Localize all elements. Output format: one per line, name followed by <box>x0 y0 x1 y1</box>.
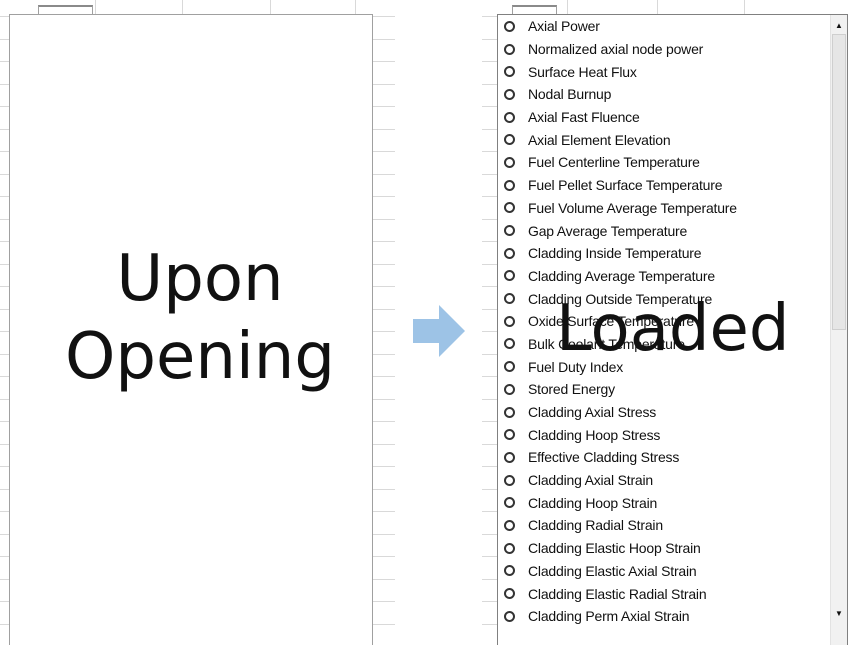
radio-button-icon[interactable] <box>504 315 515 327</box>
list-item[interactable]: Fuel Pellet Surface Temperature <box>498 174 830 197</box>
radio-button-icon[interactable] <box>504 134 515 146</box>
list-item[interactable]: Axial Fast Fluence <box>498 106 830 129</box>
radio-button-icon[interactable] <box>504 451 515 463</box>
list-item-label: Stored Energy <box>528 381 615 398</box>
list-item[interactable]: Cladding Perm Axial Strain <box>498 605 830 628</box>
loaded-caption: Loaded <box>556 292 790 366</box>
radio-button-icon[interactable] <box>504 111 515 123</box>
scroll-up-arrow-icon[interactable]: ▲ <box>831 17 847 34</box>
vertical-scrollbar[interactable]: ▲ ▼ <box>830 15 847 645</box>
right-arrow-icon <box>413 305 465 357</box>
list-item-label: Cladding Average Temperature <box>528 267 715 284</box>
list-item-label: Fuel Volume Average Temperature <box>528 199 737 216</box>
radio-button-icon[interactable] <box>504 66 515 78</box>
radio-button-icon[interactable] <box>504 179 515 191</box>
list-item-label: Cladding Perm Axial Strain <box>528 608 690 625</box>
list-item-label: Cladding Radial Strain <box>528 517 663 534</box>
radio-button-icon[interactable] <box>504 293 515 305</box>
left-panel-tab <box>38 5 93 14</box>
list-item[interactable]: Gap Average Temperature <box>498 219 830 242</box>
list-item[interactable]: Nodal Burnup <box>498 83 830 106</box>
list-item[interactable]: Cladding Axial Strain <box>498 469 830 492</box>
list-item[interactable]: Cladding Axial Stress <box>498 401 830 424</box>
list-item[interactable]: Stored Energy <box>498 378 830 401</box>
right-panel-tab <box>512 5 557 14</box>
radio-button-icon[interactable] <box>504 383 515 395</box>
list-item-label: Normalized axial node power <box>528 41 704 58</box>
list-item[interactable]: Cladding Radial Strain <box>498 514 830 537</box>
list-item-label: Fuel Centerline Temperature <box>528 154 700 171</box>
list-item-label: Nodal Burnup <box>528 86 612 103</box>
radio-button-icon[interactable] <box>504 43 515 55</box>
list-item-label: Cladding Axial Stress <box>528 404 657 421</box>
upon-opening-caption: Upon Opening <box>65 242 335 394</box>
list-item[interactable]: Effective Cladding Stress <box>498 446 830 469</box>
scroll-down-arrow-icon[interactable]: ▼ <box>831 605 847 622</box>
list-item-label: Gap Average Temperature <box>528 222 688 239</box>
radio-button-icon[interactable] <box>504 610 515 622</box>
radio-button-icon[interactable] <box>504 497 515 509</box>
list-item-label: Fuel Pellet Surface Temperature <box>528 177 723 194</box>
list-item-label: Cladding Inside Temperature <box>528 245 702 262</box>
list-item-label: Cladding Elastic Radial Strain <box>528 585 707 602</box>
radio-button-icon[interactable] <box>504 202 515 214</box>
radio-button-icon[interactable] <box>504 20 515 32</box>
list-item-label: Cladding Hoop Strain <box>528 494 658 511</box>
list-item-label: Cladding Elastic Axial Strain <box>528 562 697 579</box>
radio-button-icon[interactable] <box>504 270 515 282</box>
list-item-label: Axial Element Elevation <box>528 131 671 148</box>
list-item[interactable]: Cladding Inside Temperature <box>498 242 830 265</box>
radio-button-icon[interactable] <box>504 588 515 600</box>
list-item[interactable]: Cladding Hoop Strain <box>498 491 830 514</box>
list-item[interactable]: Fuel Volume Average Temperature <box>498 197 830 220</box>
radio-button-icon[interactable] <box>504 519 515 531</box>
list-item[interactable]: Surface Heat Flux <box>498 60 830 83</box>
list-item[interactable]: Axial Power <box>498 15 830 38</box>
list-item[interactable]: Cladding Average Temperature <box>498 265 830 288</box>
list-item-label: Axial Fast Fluence <box>528 109 640 126</box>
radio-button-icon[interactable] <box>504 406 515 418</box>
list-item-label: Cladding Elastic Hoop Strain <box>528 540 701 557</box>
radio-button-icon[interactable] <box>504 88 515 100</box>
list-item[interactable]: Axial Element Elevation <box>498 128 830 151</box>
list-item-label: Axial Power <box>528 18 600 35</box>
list-item-label: Cladding Hoop Stress <box>528 426 661 443</box>
radio-button-icon[interactable] <box>504 474 515 486</box>
list-item-label: Effective Cladding Stress <box>528 449 680 466</box>
list-item-label: Cladding Axial Strain <box>528 472 653 489</box>
list-item[interactable]: Fuel Centerline Temperature <box>498 151 830 174</box>
radio-button-icon[interactable] <box>504 338 515 350</box>
radio-button-icon[interactable] <box>504 225 515 237</box>
list-item[interactable]: Cladding Elastic Radial Strain <box>498 582 830 605</box>
list-item[interactable]: Cladding Elastic Hoop Strain <box>498 537 830 560</box>
list-item[interactable]: Normalized axial node power <box>498 38 830 61</box>
radio-button-icon[interactable] <box>504 247 515 259</box>
radio-button-icon[interactable] <box>504 565 515 577</box>
radio-button-icon[interactable] <box>504 429 515 441</box>
list-item[interactable]: Cladding Hoop Stress <box>498 423 830 446</box>
radio-button-icon[interactable] <box>504 542 515 554</box>
list-item-label: Surface Heat Flux <box>528 63 637 80</box>
radio-button-icon[interactable] <box>504 156 515 168</box>
radio-button-icon[interactable] <box>504 361 515 373</box>
scroll-thumb[interactable] <box>832 34 846 330</box>
list-item[interactable]: Cladding Elastic Axial Strain <box>498 560 830 583</box>
